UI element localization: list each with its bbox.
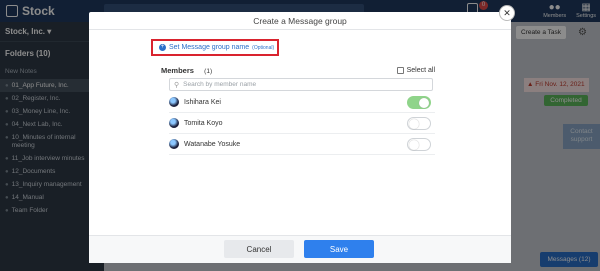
member-toggle[interactable] xyxy=(407,137,431,151)
modal-title: Create a Message group xyxy=(89,12,511,30)
toggle-knob xyxy=(419,97,429,108)
avatar xyxy=(169,139,179,149)
members-count: (1) xyxy=(204,68,213,75)
member-toggle[interactable] xyxy=(407,95,431,109)
plus-icon: + xyxy=(159,44,166,51)
set-group-name-label: Set Message group name xyxy=(169,44,250,51)
member-list: Ishihara Kei Tomita Koyo Watanabe Yosuke xyxy=(169,92,435,155)
close-icon[interactable]: ✕ xyxy=(499,5,515,21)
toggle-knob xyxy=(409,139,419,150)
checkbox-icon xyxy=(396,67,404,74)
member-name: Tomita Koyo xyxy=(184,119,223,127)
member-name: Ishihara Kei xyxy=(184,98,221,106)
save-button[interactable]: Save xyxy=(304,240,374,258)
search-icon: ⚲ xyxy=(174,81,180,89)
member-row: Ishihara Kei xyxy=(169,92,435,113)
avatar xyxy=(169,97,179,107)
modal-footer: Cancel Save xyxy=(89,235,511,263)
members-header: Members (1) Select all xyxy=(161,66,435,75)
create-message-group-modal: Create a Message group + Set Message gro… xyxy=(89,12,511,263)
select-all-label: Select all xyxy=(406,67,435,74)
member-name: Watanabe Yosuke xyxy=(184,140,241,148)
member-search-input[interactable] xyxy=(183,81,414,88)
avatar xyxy=(169,118,179,128)
members-label: Members xyxy=(161,66,194,75)
member-row: Tomita Koyo xyxy=(169,113,435,134)
optional-label: (Optional) xyxy=(252,44,275,51)
member-search: ⚲ xyxy=(169,78,433,91)
member-toggle[interactable] xyxy=(407,116,431,130)
select-all-checkbox[interactable]: Select all xyxy=(396,67,435,74)
cancel-button[interactable]: Cancel xyxy=(224,240,294,258)
set-group-name-link[interactable]: + Set Message group name (Optional) xyxy=(151,39,279,56)
member-row: Watanabe Yosuke xyxy=(169,134,435,155)
toggle-knob xyxy=(409,118,419,129)
